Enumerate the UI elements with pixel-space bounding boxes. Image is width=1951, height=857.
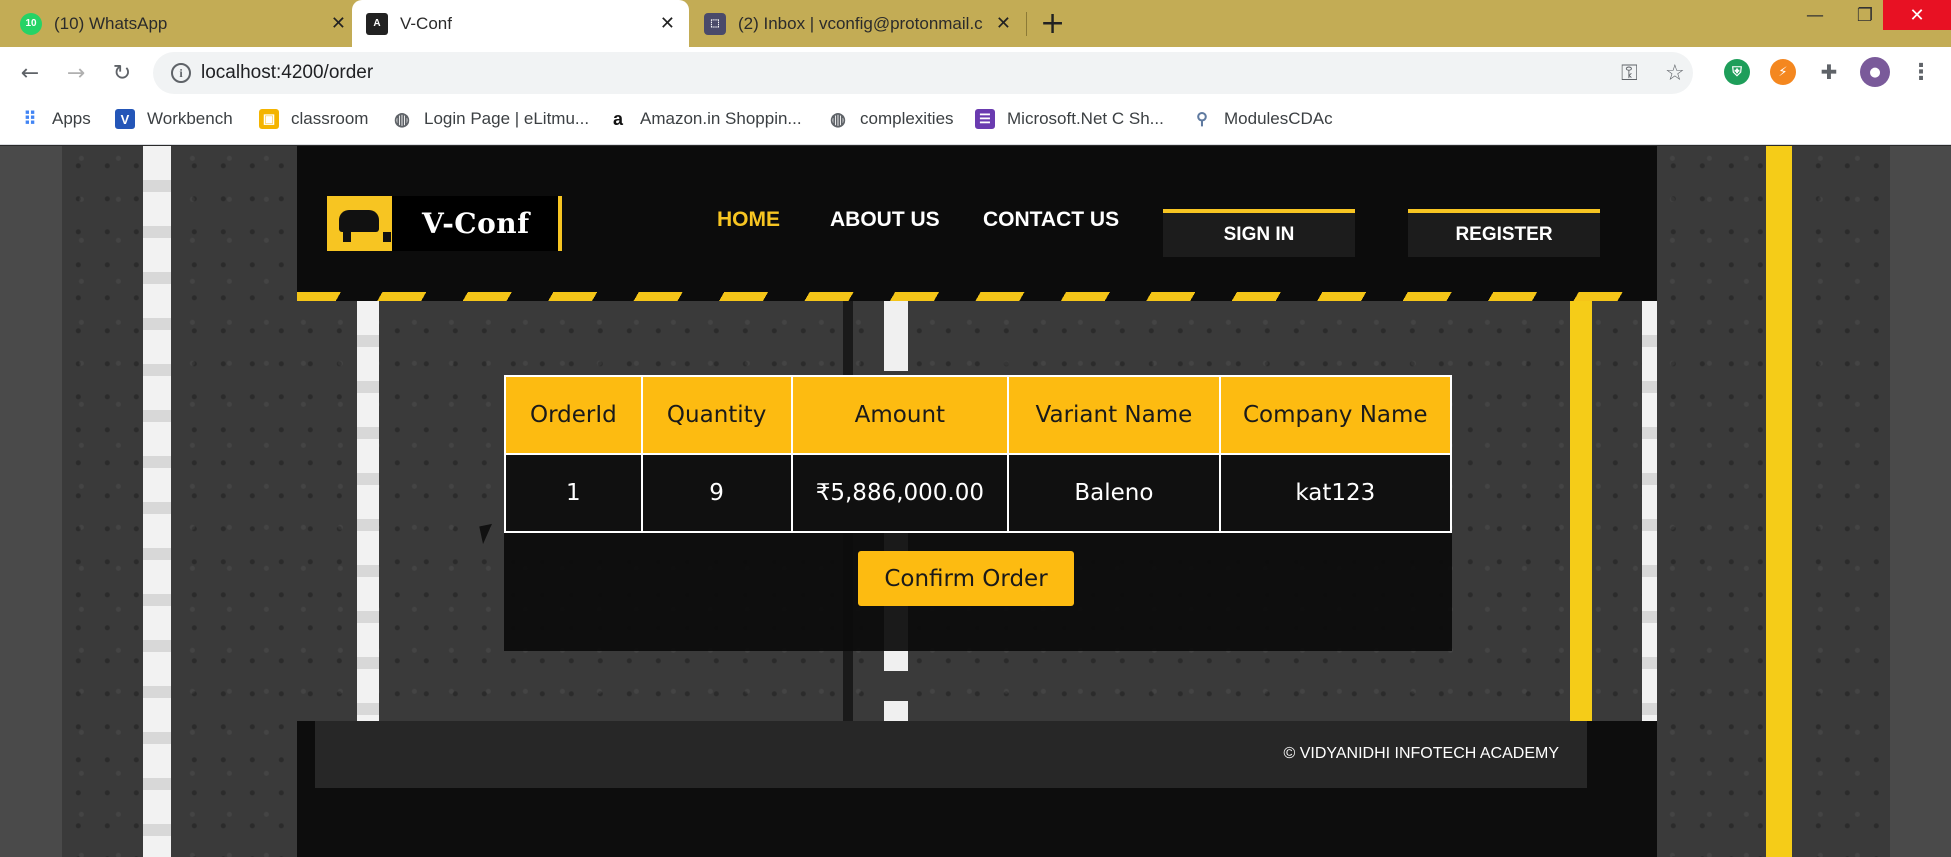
bookmark-label: Amazon.in Shoppin...: [640, 109, 802, 128]
url-text: localhost:4200/order: [201, 62, 374, 83]
apps-grid-icon: ⠿: [23, 108, 37, 129]
tab-title: (10) WhatsApp: [54, 13, 168, 33]
cell-variant-name: Baleno: [1007, 453, 1221, 533]
table-header-row: OrderId Quantity Amount Variant Name Com…: [504, 375, 1453, 455]
tab-separator: [1026, 12, 1027, 36]
classroom-icon: ▣: [259, 109, 279, 129]
whatsapp-icon: 10: [20, 12, 42, 35]
bookmark-apps[interactable]: ⠿ Apps: [20, 108, 91, 129]
nav-contact-us[interactable]: CONTACT US: [983, 208, 1119, 232]
order-table: OrderId Quantity Amount Variant Name Com…: [504, 375, 1453, 533]
cell-orderid: 1: [504, 453, 643, 533]
brand-logo[interactable]: V-Conf: [327, 196, 562, 251]
page-viewport: V-Conf HOME ABOUT US CONTACT US SIGN IN …: [0, 146, 1951, 857]
extensions-puzzle-icon[interactable]: ✚: [1816, 59, 1842, 85]
confirm-order-button[interactable]: Confirm Order: [858, 551, 1074, 606]
key-icon[interactable]: ⚿: [1621, 61, 1638, 86]
amazon-icon: a: [612, 108, 623, 129]
protonmail-icon: ⬚: [704, 12, 726, 35]
cell-company-name: kat123: [1218, 453, 1453, 533]
road-background-right: [1890, 146, 1951, 857]
column-header-company-name: Company Name: [1218, 375, 1453, 455]
extension-green-icon[interactable]: ⛨: [1724, 59, 1750, 85]
list-icon: ☰: [975, 109, 995, 129]
bookmark-label: ModulesCDAc: [1224, 109, 1333, 128]
globe-icon: ◍: [394, 108, 410, 129]
table-row: 1 9 ₹5,886,000.00 Baleno kat123: [504, 453, 1453, 533]
column-header-amount: Amount: [790, 375, 1010, 455]
bookmark-elitmus[interactable]: ◍ Login Page | eLitmu...: [392, 109, 589, 129]
brand-name: V-Conf: [422, 207, 530, 240]
window-close-icon[interactable]: ✕: [1883, 0, 1951, 30]
bike-icon: ⚲: [1196, 111, 1208, 128]
bookmark-classroom[interactable]: ▣ classroom: [259, 109, 368, 129]
profile-avatar[interactable]: ●: [1860, 57, 1890, 87]
bookmark-star-icon[interactable]: ☆: [1665, 61, 1685, 86]
address-bar[interactable]: i localhost:4200/order ⚿ ☆: [153, 52, 1693, 94]
road-yellow-line: [1766, 146, 1792, 857]
tab-protonmail[interactable]: ⬚ (2) Inbox | vconfig@protonmail.c ✕: [700, 0, 1025, 47]
extension-orange-icon[interactable]: ⚡: [1770, 59, 1796, 85]
bookmark-microsoft-net[interactable]: ☰ Microsoft.Net C Sh...: [975, 109, 1164, 129]
car-logo-icon: [327, 196, 392, 251]
back-arrow-icon[interactable]: ←: [14, 57, 46, 89]
cell-amount: ₹5,886,000.00: [790, 453, 1010, 533]
site-header: V-Conf HOME ABOUT US CONTACT US SIGN IN …: [297, 146, 1657, 301]
close-tab-icon[interactable]: ✕: [331, 13, 346, 34]
column-header-quantity: Quantity: [640, 375, 793, 455]
bookmark-label: complexities: [860, 109, 954, 128]
forward-arrow-icon[interactable]: →: [60, 57, 92, 89]
tab-title: V-Conf: [400, 13, 452, 33]
road-yellow-line: [1570, 301, 1592, 721]
road-white-line: [143, 146, 171, 857]
copyright-text: © VIDYANIDHI INFOTECH ACADEMY: [1283, 745, 1559, 762]
new-tab-button[interactable]: +: [1040, 6, 1065, 41]
site-info-icon[interactable]: i: [171, 63, 191, 83]
footer-bar: © VIDYANIDHI INFOTECH ACADEMY: [315, 721, 1587, 788]
nav-home[interactable]: HOME: [717, 208, 780, 232]
bookmark-workbench[interactable]: V Workbench: [115, 109, 233, 129]
order-content: OrderId Quantity Amount Variant Name Com…: [297, 301, 1657, 721]
minimize-icon[interactable]: —: [1790, 0, 1840, 30]
register-button[interactable]: REGISTER: [1408, 209, 1600, 257]
sign-in-button[interactable]: SIGN IN: [1163, 209, 1355, 257]
vconf-site: V-Conf HOME ABOUT US CONTACT US SIGN IN …: [297, 146, 1657, 857]
logo-divider: [558, 196, 562, 251]
bookmark-label: Login Page | eLitmu...: [424, 109, 590, 128]
cell-quantity: 9: [640, 453, 793, 533]
column-header-variant-name: Variant Name: [1007, 375, 1221, 455]
bookmark-label: Workbench: [147, 109, 233, 128]
close-tab-icon[interactable]: ✕: [660, 13, 675, 34]
nav-about-us[interactable]: ABOUT US: [830, 208, 940, 232]
tab-title: (2) Inbox | vconfig@protonmail.c: [738, 13, 983, 33]
tab-whatsapp[interactable]: 10 (10) WhatsApp ✕: [20, 0, 360, 47]
bookmarks-bar: ⠿ Apps V Workbench ▣ classroom ◍ Login P…: [0, 99, 1951, 145]
globe-icon: ◍: [830, 108, 846, 129]
bookmark-amazon[interactable]: a Amazon.in Shoppin...: [608, 109, 802, 129]
bookmark-label: classroom: [291, 109, 369, 128]
site-footer: © VIDYANIDHI INFOTECH ACADEMY: [297, 721, 1657, 857]
bookmark-label: Microsoft.Net C Sh...: [1007, 109, 1164, 128]
road-white-line: [1642, 301, 1657, 721]
more-menu-icon[interactable]: ⋮: [1908, 59, 1934, 85]
reload-icon[interactable]: ↻: [106, 57, 138, 89]
close-tab-icon[interactable]: ✕: [996, 13, 1011, 34]
tab-strip: 10 (10) WhatsApp ✕ A V-Conf ✕ ⬚ (2) Inbo…: [0, 0, 1951, 47]
angular-icon: A: [366, 12, 388, 35]
hazard-stripe-divider: [297, 292, 1657, 301]
bookmark-complexities[interactable]: ◍ complexities: [828, 108, 954, 129]
vue-icon: V: [115, 109, 135, 129]
column-header-orderid: OrderId: [504, 375, 643, 455]
road-background-left: [0, 146, 62, 857]
bookmark-modulescdac[interactable]: ⚲ ModulesCDAc: [1192, 109, 1333, 129]
bookmark-label: Apps: [52, 109, 91, 128]
road-white-line: [357, 301, 379, 721]
browser-toolbar: ← → ↻ i localhost:4200/order ⚿ ☆ ⛨ ⚡ ✚ ●…: [0, 47, 1951, 99]
tab-vconf[interactable]: A V-Conf ✕: [352, 0, 689, 47]
